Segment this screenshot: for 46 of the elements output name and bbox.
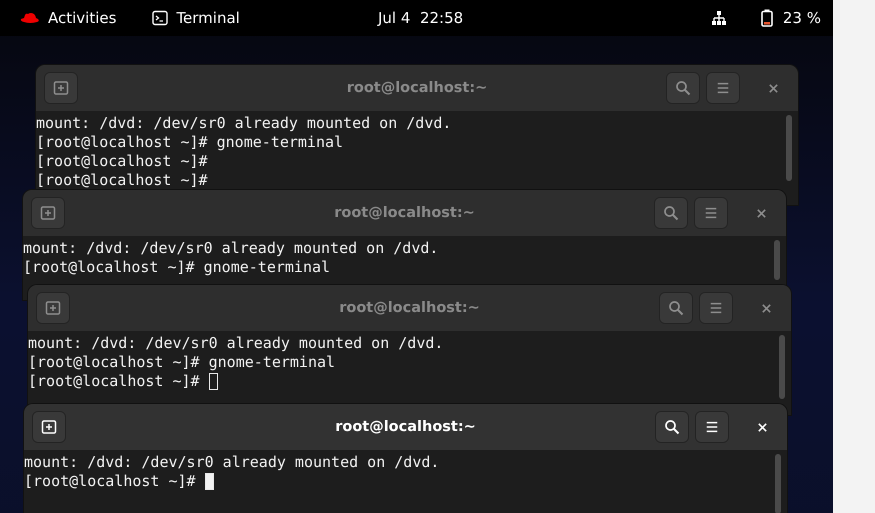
terminal-line: [root@localhost ~]#	[36, 171, 208, 190]
terminal-line: [root@localhost ~]# gnome-terminal	[23, 258, 330, 277]
terminal-line: [root@localhost ~]#	[36, 152, 208, 171]
menu-icon	[705, 420, 719, 434]
scrollbar[interactable]	[779, 335, 785, 399]
hat-logo-icon	[20, 12, 40, 24]
close-icon	[756, 422, 768, 432]
scrollbar[interactable]	[786, 115, 792, 181]
terminal-line: [root@localhost ~]#	[24, 472, 197, 491]
battery-percentage[interactable]: 23 %	[782, 9, 821, 27]
network-icon[interactable]	[710, 10, 727, 26]
menu-button[interactable]	[695, 411, 729, 443]
terminal-line: mount: /dvd: /dev/sr0 already mounted on /dvd.	[28, 334, 444, 353]
terminal-line: [root@localhost ~]# gnome-terminal	[36, 133, 344, 152]
terminal-line: [root@localhost ~]#	[28, 372, 201, 391]
menu-icon	[704, 206, 718, 220]
scrollbar[interactable]	[774, 240, 780, 280]
new-tab-button[interactable]	[32, 411, 66, 443]
new-tab-icon	[41, 419, 57, 435]
new-tab-icon	[45, 300, 61, 316]
search-icon	[675, 80, 691, 96]
menu-icon	[709, 301, 723, 315]
scrollbar[interactable]	[775, 454, 781, 513]
terminal-line: [root@localhost ~]# gnome-terminal	[28, 353, 336, 372]
close-icon	[756, 208, 766, 218]
terminal-line: mount: /dvd: /dev/sr0 already mounted on /dvd.	[23, 239, 438, 258]
search-button[interactable]	[655, 411, 689, 443]
new-tab-icon	[40, 205, 56, 221]
window-title: root@localhost:~	[335, 419, 476, 435]
activities-button[interactable]: Activities	[48, 9, 116, 27]
app-menu-button[interactable]: Terminal	[176, 9, 240, 27]
terminal-icon	[152, 10, 168, 26]
search-icon	[663, 205, 679, 221]
close-icon	[768, 82, 778, 94]
window-title: root@localhost:~	[334, 205, 475, 221]
new-tab-icon	[53, 80, 69, 96]
close-icon	[760, 302, 772, 314]
clock[interactable]: Jul 4 22:58	[378, 9, 464, 27]
menu-icon	[716, 81, 730, 95]
search-icon	[664, 419, 680, 435]
window-title: root@localhost:~	[346, 80, 488, 96]
search-icon	[668, 300, 684, 316]
battery-icon[interactable]	[760, 9, 773, 27]
window-title: root@localhost:~	[339, 300, 480, 316]
terminal-line: mount: /dvd: /dev/sr0 already mounted on /dvd.	[24, 453, 440, 472]
terminal-line: mount: /dvd: /dev/sr0 already mounted on /dvd.	[36, 114, 452, 133]
